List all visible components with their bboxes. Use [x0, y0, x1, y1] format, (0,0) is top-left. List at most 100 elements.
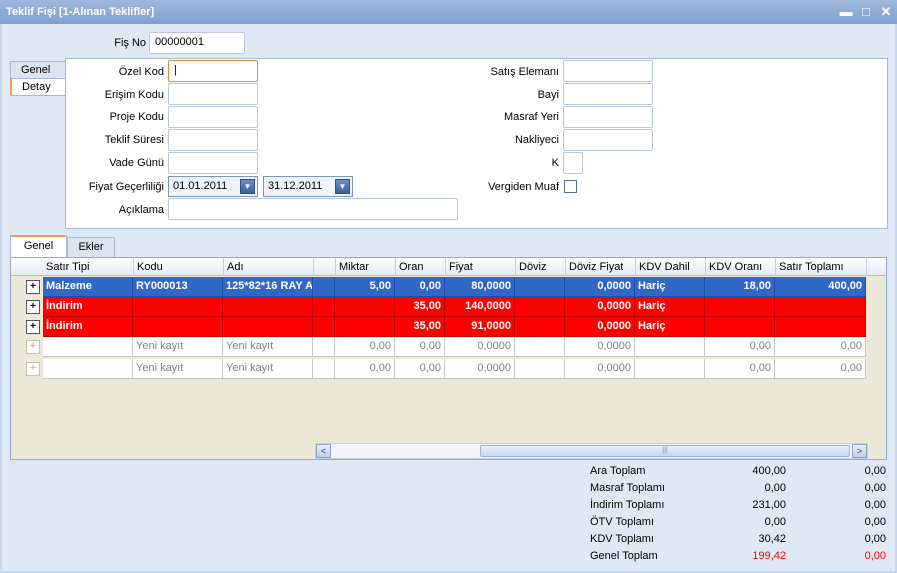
cell-kodu[interactable] — [133, 317, 223, 337]
cell-kdv-dahil[interactable] — [635, 337, 705, 357]
cell-kdv-orani[interactable]: 0,00 — [705, 359, 775, 379]
scroll-thumb[interactable]: ||| — [480, 445, 850, 457]
cell-blank[interactable] — [313, 317, 335, 337]
cell-oran[interactable]: 0,00 — [395, 359, 445, 379]
cell-kdv-orani[interactable]: 0,00 — [705, 337, 775, 357]
col-header-kodu[interactable]: Kodu — [137, 261, 163, 273]
cell-adi[interactable]: Yeni kayıt — [223, 337, 313, 357]
masraf-yeri-field[interactable] — [563, 106, 653, 128]
fis-no-field[interactable]: 00000001 — [149, 32, 245, 54]
cell-doviz-fiyat[interactable]: 0,0000 — [565, 359, 635, 379]
cell-miktar[interactable] — [335, 317, 395, 337]
col-header-adi[interactable]: Adı — [227, 261, 244, 273]
table-row[interactable]: + Yeni kayıt Yeni kayıt 0,00 0,00 0,0000… — [11, 359, 886, 379]
col-header-kdv-dahil[interactable]: KDV Dahil — [639, 261, 690, 273]
cell-doviz-fiyat[interactable]: 0,0000 — [565, 337, 635, 357]
erisim-kodu-field[interactable] — [168, 83, 258, 105]
aciklama-field[interactable] — [168, 198, 458, 220]
cell-adi[interactable] — [223, 297, 313, 317]
cell-satir-tipi[interactable] — [43, 337, 133, 357]
cell-adi[interactable] — [223, 317, 313, 337]
cell-kodu[interactable] — [133, 297, 223, 317]
cell-doviz-fiyat[interactable]: 0,0000 — [565, 277, 635, 297]
col-header-oran[interactable]: Oran — [399, 261, 423, 273]
cell-fiyat[interactable]: 0,0000 — [445, 359, 515, 379]
table-row[interactable]: + İndirim 35,00 140,0000 0,0000 Hariç — [11, 297, 886, 317]
fiyat-gecerliligi-start[interactable]: 01.01.2011 ▼ — [168, 176, 258, 197]
col-header-satir-tipi[interactable]: Satır Tipi — [46, 261, 89, 273]
minimize-button[interactable]: ▬ — [838, 4, 854, 20]
col-header-kdv-orani[interactable]: KDV Oranı — [709, 261, 762, 273]
col-header-fiyat[interactable]: Fiyat — [449, 261, 473, 273]
cell-oran[interactable]: 0,00 — [395, 337, 445, 357]
cell-blank[interactable] — [313, 337, 335, 357]
k-field[interactable] — [563, 152, 583, 174]
cell-satir-toplami[interactable]: 400,00 — [775, 277, 866, 297]
nakliyeci-field[interactable] — [563, 129, 653, 151]
tab-genel[interactable]: Genel — [10, 235, 67, 257]
table-row[interactable]: + Malzeme RY000013 125*82*16 RAY A 5,00 … — [11, 277, 886, 297]
cell-kdv-orani[interactable]: 18,00 — [705, 277, 775, 297]
cell-satir-toplami[interactable] — [775, 297, 866, 317]
vade-gunu-field[interactable] — [168, 152, 258, 174]
calendar-dropdown-icon[interactable]: ▼ — [335, 179, 350, 194]
table-row[interactable]: + Yeni kayıt Yeni kayıt 0,00 0,00 0,0000… — [11, 337, 886, 357]
scroll-right-icon[interactable]: > — [852, 444, 867, 458]
cell-blank[interactable] — [313, 297, 335, 317]
cell-satir-toplami[interactable]: 0,00 — [775, 359, 866, 379]
cell-doviz[interactable] — [515, 337, 565, 357]
horizontal-scrollbar[interactable]: < ||| > — [315, 443, 868, 459]
ozel-kod-field[interactable]: | — [168, 60, 258, 82]
cell-miktar[interactable] — [335, 297, 395, 317]
cell-doviz[interactable] — [515, 297, 565, 317]
cell-kodu[interactable]: RY000013 — [133, 277, 223, 297]
side-tab-detay[interactable]: Detay — [10, 78, 66, 96]
cell-kdv-dahil[interactable]: Hariç — [635, 277, 705, 297]
cell-satir-tipi[interactable]: İndirim — [43, 297, 133, 317]
expand-row-icon[interactable]: + — [26, 280, 40, 294]
cell-doviz[interactable] — [515, 359, 565, 379]
cell-fiyat[interactable]: 140,0000 — [445, 297, 515, 317]
expand-row-icon[interactable]: + — [26, 300, 40, 314]
cell-fiyat[interactable]: 0,0000 — [445, 337, 515, 357]
cell-kdv-dahil[interactable] — [635, 359, 705, 379]
col-header-satir-toplami[interactable]: Satır Toplamı — [779, 261, 844, 273]
cell-oran[interactable]: 35,00 — [395, 317, 445, 337]
cell-satir-tipi[interactable]: Malzeme — [43, 277, 133, 297]
cell-satir-toplami[interactable] — [775, 317, 866, 337]
expand-row-icon[interactable]: + — [26, 320, 40, 334]
cell-satir-toplami[interactable]: 0,00 — [775, 337, 866, 357]
teklif-suresi-field[interactable] — [168, 129, 258, 151]
side-tab-genel[interactable]: Genel — [10, 61, 66, 79]
cell-doviz[interactable] — [515, 317, 565, 337]
cell-doviz[interactable] — [515, 277, 565, 297]
col-header-doviz-fiyat[interactable]: Döviz Fiyat — [569, 261, 623, 273]
cell-fiyat[interactable]: 80,0000 — [445, 277, 515, 297]
cell-kdv-orani[interactable] — [705, 317, 775, 337]
expand-row-icon[interactable]: + — [26, 340, 40, 354]
cell-fiyat[interactable]: 91,0000 — [445, 317, 515, 337]
cell-kodu[interactable]: Yeni kayıt — [133, 337, 223, 357]
close-button[interactable]: ✕ — [878, 4, 894, 20]
cell-miktar[interactable]: 5,00 — [335, 277, 395, 297]
table-row[interactable]: + İndirim 35,00 91,0000 0,0000 Hariç — [11, 317, 886, 337]
cell-miktar[interactable]: 0,00 — [335, 337, 395, 357]
cell-doviz-fiyat[interactable]: 0,0000 — [565, 317, 635, 337]
cell-adi[interactable]: 125*82*16 RAY A — [223, 277, 313, 297]
cell-miktar[interactable]: 0,00 — [335, 359, 395, 379]
bayi-field[interactable] — [563, 83, 653, 105]
cell-satir-tipi[interactable] — [43, 359, 133, 379]
calendar-dropdown-icon[interactable]: ▼ — [240, 179, 255, 194]
cell-doviz-fiyat[interactable]: 0,0000 — [565, 297, 635, 317]
cell-kdv-dahil[interactable]: Hariç — [635, 297, 705, 317]
scroll-left-icon[interactable]: < — [316, 444, 331, 458]
expand-row-icon[interactable]: + — [26, 362, 40, 376]
cell-oran[interactable]: 35,00 — [395, 297, 445, 317]
cell-blank[interactable] — [313, 359, 335, 379]
cell-satir-tipi[interactable]: İndirim — [43, 317, 133, 337]
col-header-miktar[interactable]: Miktar — [339, 261, 369, 273]
col-header-doviz[interactable]: Döviz — [519, 261, 547, 273]
proje-kodu-field[interactable] — [168, 106, 258, 128]
fiyat-gecerliligi-end[interactable]: 31.12.2011 ▼ — [263, 176, 353, 197]
cell-blank[interactable] — [313, 277, 335, 297]
